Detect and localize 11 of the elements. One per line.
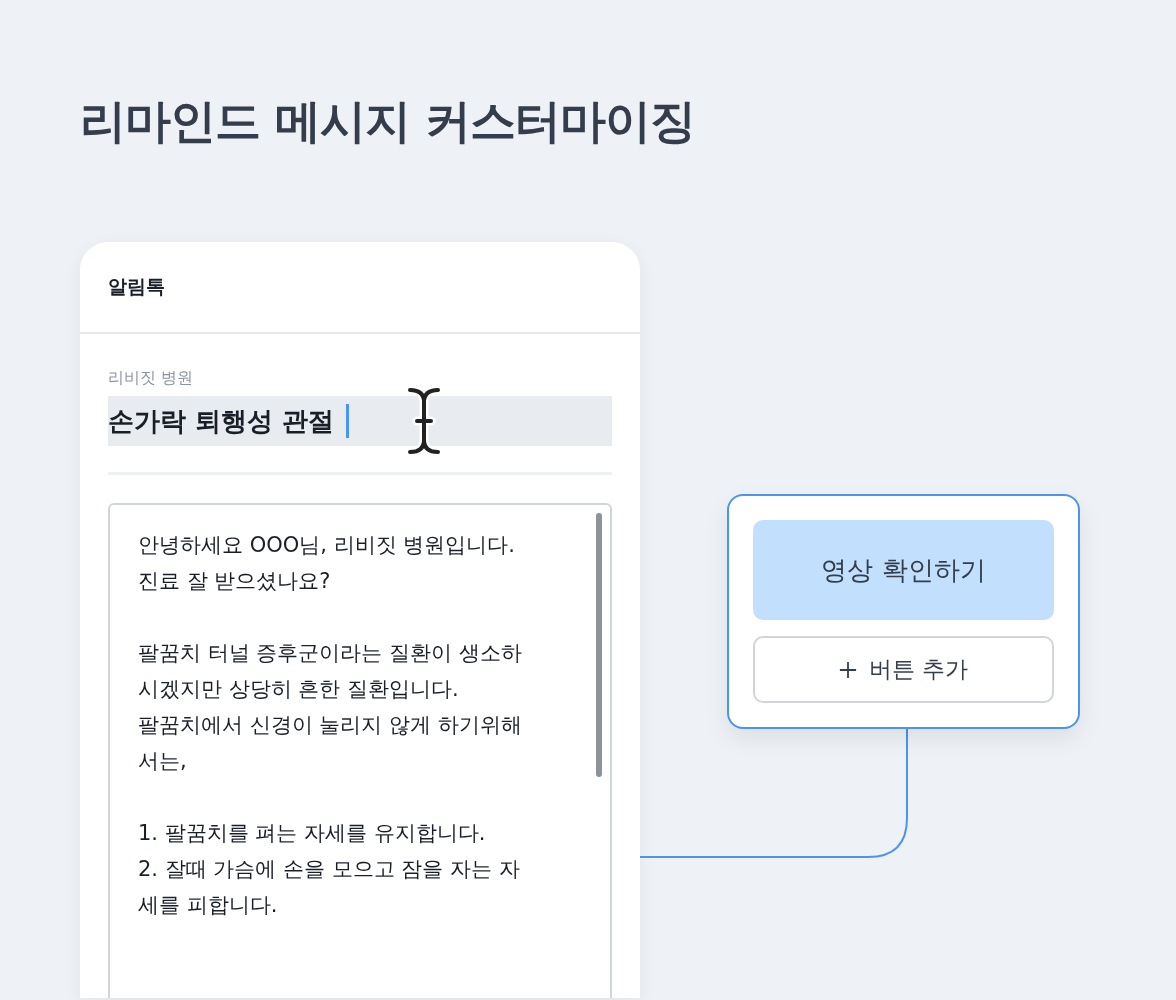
channel-label: 알림톡 [108, 274, 165, 299]
action-button[interactable]: 영상 확인하기 [753, 520, 1054, 620]
message-paragraph: 안녕하세요 OOO님, 리비짓 병원입니다. 진료 잘 받으셨나요? [138, 532, 516, 595]
add-button-button[interactable]: 버튼 추가 [753, 636, 1054, 703]
plus-icon [838, 660, 857, 679]
scrollbar-thumb[interactable] [596, 513, 602, 777]
message-text-area[interactable]: 안녕하세요 OOO님, 리비짓 병원입니다. 진료 잘 받으셨나요? 팔꿈치 터널 증후군이라는 질환이 생소하 시겠지만 상당히 흔한 질환입니다. 팔꿈치에서 신경이 눌리지 않게 하기위해 서는, 1. 팔꿈치를 펴는 자세를 유지합니다. 2. 잘때 가슴에 손을 모으고 잠을 자는 자 세를 피합니다. [108, 503, 612, 998]
message-paragraph: 1. 팔꿈치를 펴는 자세를 유지합니다. 2. 잘때 가슴에 손을 모으고 잠을 자는 자 세를 피합니다. [138, 820, 521, 919]
message-paragraph: 팔꿈치 터널 증후군이라는 질환이 생소하 시겠지만 상당히 흔한 질환입니다. 팔꿈치에서 신경이 눌리지 않게 하기위해 서는, [138, 640, 523, 775]
page-title: 리마인드 메시지 커스터마이징 [80, 93, 696, 150]
sender-label: 리비짓 병원 [108, 367, 195, 389]
